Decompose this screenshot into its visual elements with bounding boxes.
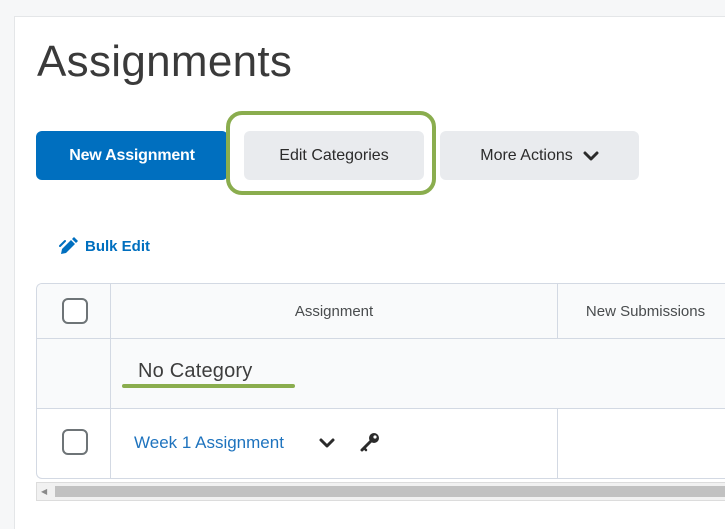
column-header-assignment: Assignment bbox=[294, 302, 374, 320]
chevron-down-icon bbox=[583, 151, 599, 160]
assignments-table: Assignment New Submissions No Category W… bbox=[36, 283, 725, 479]
edit-categories-button[interactable]: Edit Categories bbox=[244, 131, 424, 180]
category-label: No Category bbox=[138, 360, 253, 382]
bulk-edit-link[interactable]: Bulk Edit bbox=[59, 235, 150, 257]
assignment-link[interactable]: Week 1 Assignment bbox=[134, 433, 284, 453]
new-assignment-button[interactable]: New Assignment bbox=[36, 131, 228, 180]
pencil-icon bbox=[59, 237, 78, 254]
new-assignment-label: New Assignment bbox=[69, 146, 195, 164]
scrollbar-thumb[interactable] bbox=[55, 486, 725, 497]
edit-categories-label: Edit Categories bbox=[279, 146, 389, 164]
column-divider bbox=[557, 284, 558, 338]
chevron-down-icon[interactable] bbox=[318, 436, 336, 450]
assignments-page: Assignments New Assignment Edit Categori… bbox=[14, 16, 725, 529]
divider bbox=[37, 408, 725, 409]
more-actions-label: More Actions bbox=[480, 146, 573, 164]
scroll-left-arrow-icon[interactable]: ◀ bbox=[41, 487, 47, 496]
category-highlight-underline bbox=[122, 384, 295, 388]
column-header-new-submissions: New Submissions bbox=[585, 302, 706, 320]
select-all-checkbox[interactable] bbox=[62, 298, 88, 324]
more-actions-button[interactable]: More Actions bbox=[440, 131, 639, 180]
column-divider bbox=[110, 284, 111, 478]
row-checkbox[interactable] bbox=[62, 429, 88, 455]
key-icon[interactable] bbox=[359, 430, 383, 454]
horizontal-scrollbar[interactable]: ◀ bbox=[36, 482, 725, 501]
table-header-row: Assignment New Submissions bbox=[37, 284, 725, 338]
page-title: Assignments bbox=[37, 37, 293, 86]
column-divider bbox=[557, 408, 558, 478]
bulk-edit-label: Bulk Edit bbox=[85, 237, 151, 255]
